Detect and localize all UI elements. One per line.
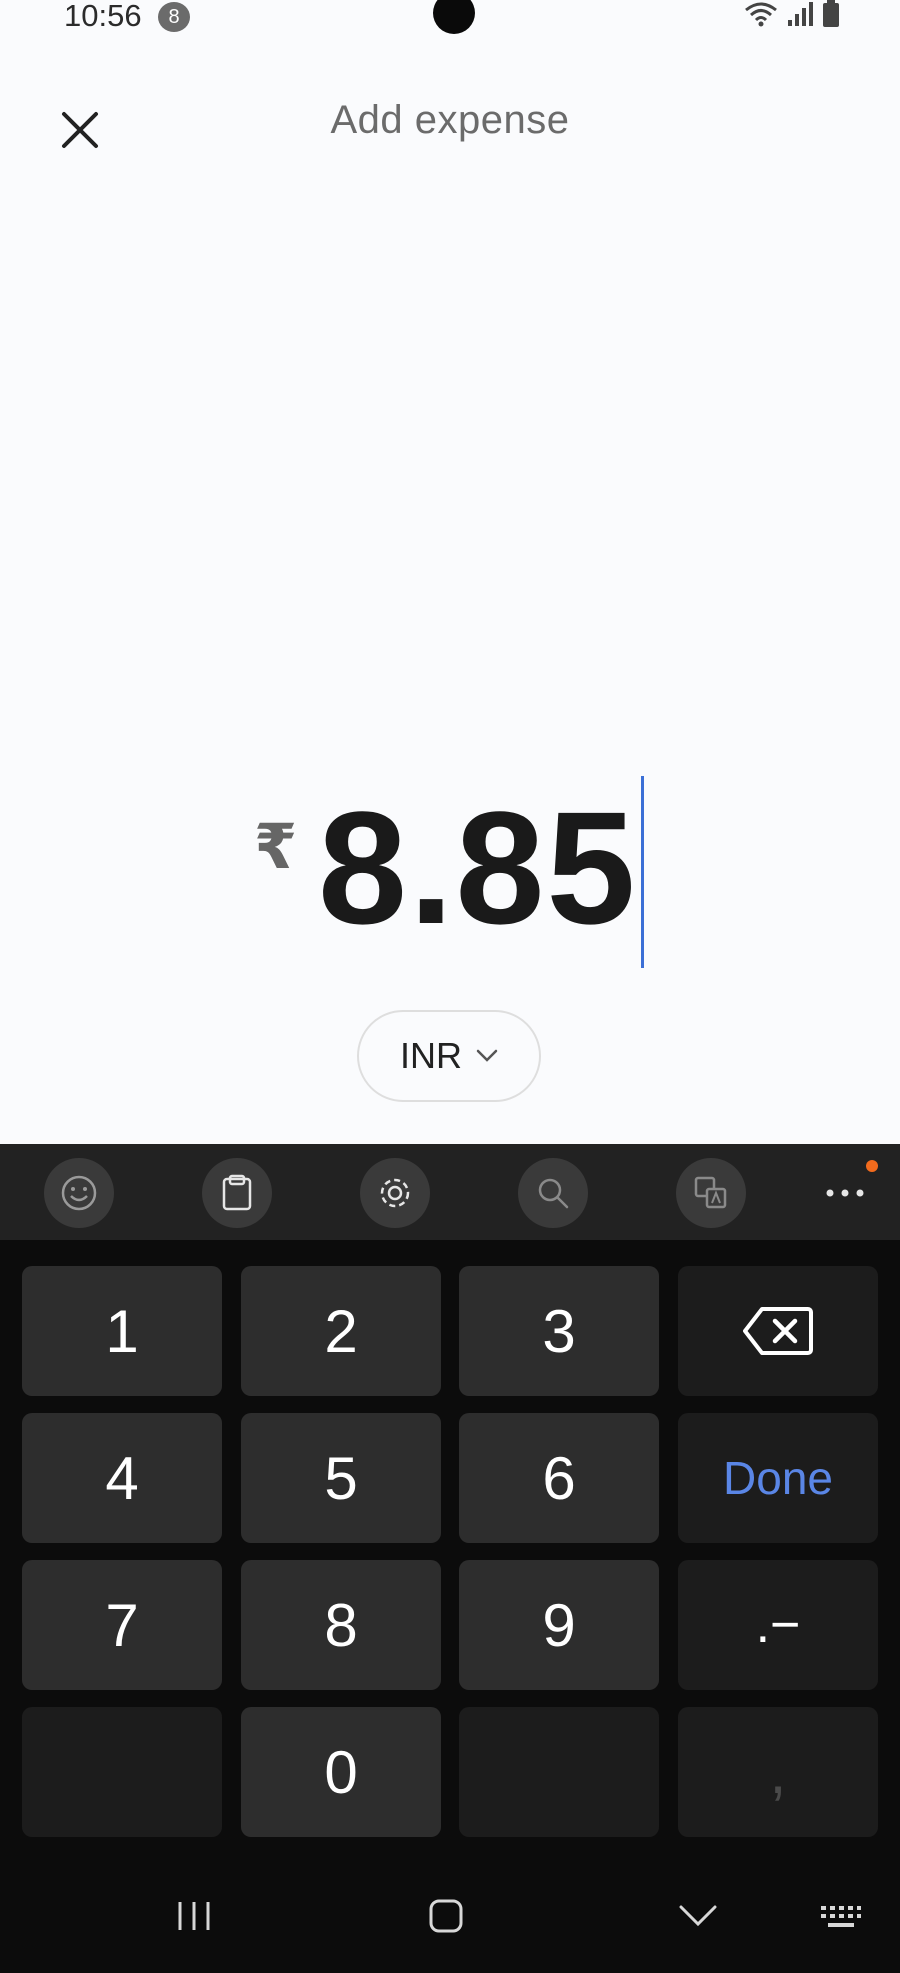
- key-3[interactable]: 3: [459, 1266, 659, 1396]
- status-bar: 10:56 8: [0, 0, 900, 40]
- keyboard-toolbar: [0, 1144, 900, 1240]
- key-8[interactable]: 8: [241, 1560, 441, 1690]
- currency-symbol: ₹: [254, 813, 298, 882]
- notification-count-badge: 8: [158, 2, 190, 32]
- recents-button-icon[interactable]: [176, 1900, 212, 1932]
- wifi-icon: [745, 2, 777, 27]
- translate-button[interactable]: [676, 1158, 746, 1228]
- keyboard-search-button[interactable]: [518, 1158, 588, 1228]
- notification-dot: [866, 1160, 878, 1172]
- amount-value[interactable]: 8.85: [318, 788, 637, 948]
- emoji-icon: [61, 1175, 97, 1211]
- status-time: 10:56: [64, 0, 142, 33]
- key-7[interactable]: 7: [22, 1560, 222, 1690]
- system-navigation-bar: [0, 1860, 900, 1973]
- back-chevron-down-icon[interactable]: [678, 1904, 718, 1928]
- search-icon: [538, 1178, 569, 1209]
- clipboard-icon: [222, 1174, 252, 1211]
- backspace-key[interactable]: [678, 1266, 878, 1396]
- key-5[interactable]: 5: [241, 1413, 441, 1543]
- translate-icon: [694, 1176, 727, 1209]
- comma-key[interactable]: ,: [678, 1707, 878, 1837]
- front-camera: [433, 0, 475, 34]
- home-button-icon[interactable]: [428, 1898, 464, 1934]
- keyboard-settings-button[interactable]: [360, 1158, 430, 1228]
- more-options-icon: [826, 1189, 864, 1197]
- empty-key-middle: [459, 1707, 659, 1837]
- backspace-icon: [743, 1307, 813, 1355]
- clipboard-button[interactable]: [202, 1158, 272, 1228]
- emoji-button[interactable]: [44, 1158, 114, 1228]
- system-icons: [744, 0, 840, 28]
- signal-icon: [788, 2, 813, 26]
- battery-icon: [823, 0, 839, 27]
- amount-input[interactable]: ₹ 8.85: [0, 770, 900, 970]
- app-bar: Add expense: [0, 80, 900, 170]
- dot-minus-key[interactable]: .−: [678, 1560, 878, 1690]
- currency-selector[interactable]: INR: [357, 1010, 541, 1102]
- settings-gear-icon: [380, 1178, 410, 1208]
- key-2[interactable]: 2: [241, 1266, 441, 1396]
- key-6[interactable]: 6: [459, 1413, 659, 1543]
- key-0[interactable]: 0: [241, 1707, 441, 1837]
- numeric-keyboard: 1 2 3 4 5 6 Done 7 8 9 .− 0 ,: [0, 1144, 900, 1973]
- key-9[interactable]: 9: [459, 1560, 659, 1690]
- done-key[interactable]: Done: [678, 1413, 878, 1543]
- currency-code: INR: [400, 1035, 462, 1076]
- key-1[interactable]: 1: [22, 1266, 222, 1396]
- keyboard-switch-icon[interactable]: [820, 1904, 862, 1930]
- chevron-down-icon: [476, 1049, 498, 1062]
- page-title: Add expense: [330, 98, 570, 142]
- key-4[interactable]: 4: [22, 1413, 222, 1543]
- empty-key-left: [22, 1707, 222, 1837]
- text-cursor: [641, 776, 644, 968]
- dot-minus-label: .−: [755, 1596, 801, 1654]
